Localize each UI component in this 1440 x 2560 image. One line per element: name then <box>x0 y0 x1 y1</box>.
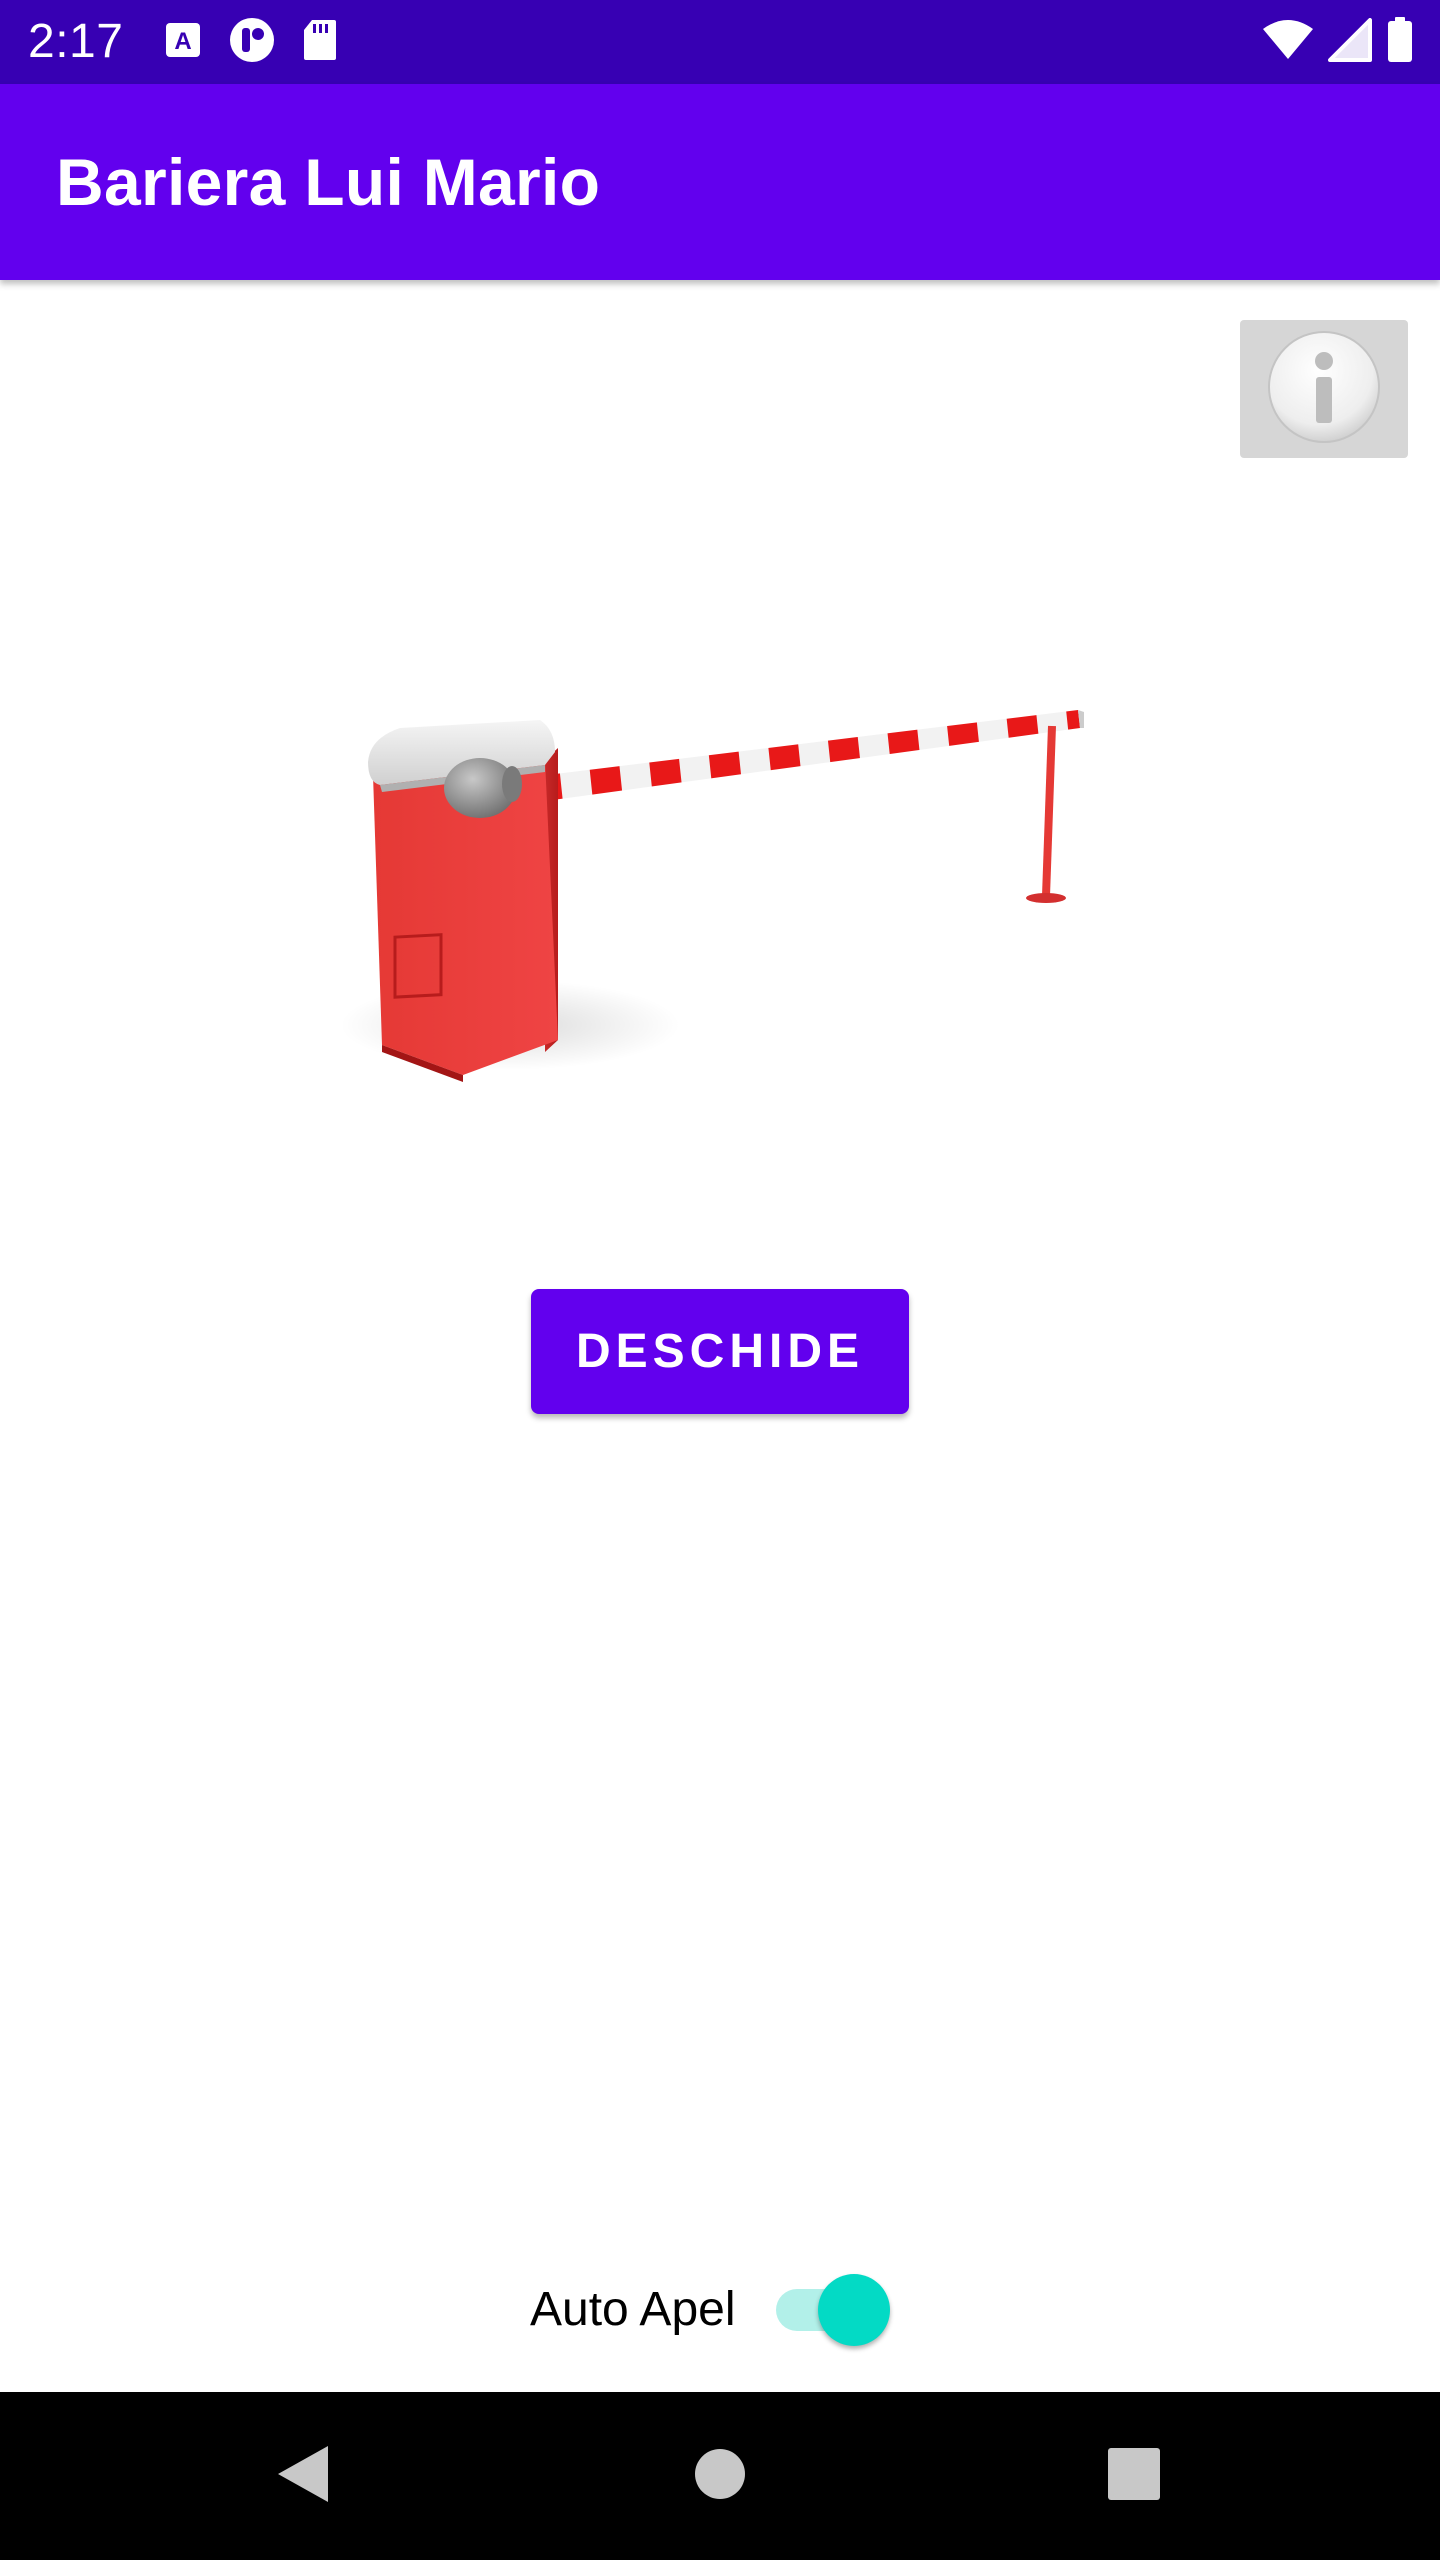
cell-signal-icon <box>1328 17 1372 67</box>
battery-icon <box>1386 16 1414 68</box>
info-button[interactable] <box>1240 320 1408 458</box>
svg-text:A: A <box>174 28 191 55</box>
info-icon <box>1264 327 1384 452</box>
font-a-icon: A <box>164 21 202 64</box>
status-notification-icons: A <box>164 16 338 69</box>
app-notification-icon <box>228 16 276 69</box>
wifi-icon <box>1262 19 1314 66</box>
app-bar: Bariera Lui Mario <box>0 84 1440 280</box>
back-icon <box>272 2442 332 2511</box>
parking-barrier-illustration <box>340 690 1100 1130</box>
nav-recents-button[interactable] <box>1064 2392 1204 2560</box>
app-title: Bariera Lui Mario <box>56 145 601 219</box>
auto-call-row: Auto Apel <box>530 2260 896 2360</box>
status-time: 2:17 <box>28 15 124 68</box>
recents-icon <box>1106 2446 1162 2507</box>
auto-call-switch[interactable] <box>775 2270 896 2350</box>
navigation-bar <box>0 2392 1440 2560</box>
nav-back-button[interactable] <box>232 2392 372 2560</box>
nav-home-button[interactable] <box>650 2392 790 2560</box>
open-barrier-button[interactable]: DESCHIDE <box>531 1289 909 1414</box>
status-system-icons <box>1262 16 1414 68</box>
switch-thumb <box>817 2274 890 2346</box>
status-bar: 2:17 A <box>0 0 1440 84</box>
auto-call-label: Auto Apel <box>530 2283 736 2336</box>
sd-card-icon <box>302 18 338 67</box>
home-icon <box>692 2446 748 2507</box>
